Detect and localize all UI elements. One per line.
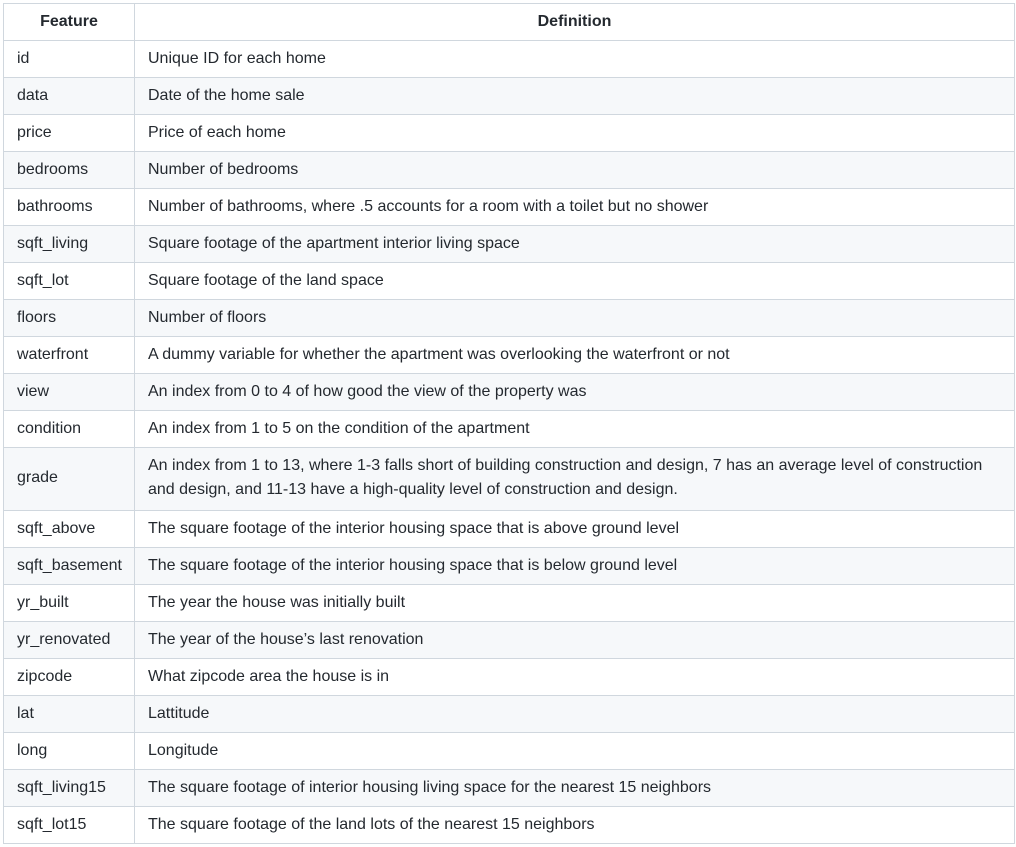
table-body: id Unique ID for each home data Date of th… [3,40,1015,844]
header-feature: Feature [3,3,135,41]
definition-cell: An index from 0 to 4 of how good the vie… [134,373,1015,411]
table-header: Feature Definition [3,3,1015,41]
definition-cell: Square footage of the apartment interior… [134,225,1015,263]
table-row: view An index from 0 to 4 of how good the… [3,373,1015,411]
table-row: sqft_living15 The square footage of inter… [3,769,1015,807]
definition-cell: The year of the house’s last renovation [134,621,1015,659]
table-row: grade An index from 1 to 13, where 1-3 fa… [3,447,1015,511]
feature-cell: long [3,732,135,770]
table-row: bedrooms Number of bedrooms [3,151,1015,189]
definition-cell: The square footage of the interior housi… [134,547,1015,585]
feature-cell: sqft_lot [3,262,135,300]
header-definition: Definition [134,3,1015,41]
feature-definition-table-container: Feature Definition id Unique ID for each … [3,3,1015,844]
table-row: zipcode What zipcode area the house is in [3,658,1015,696]
table-row: sqft_basement The square footage of the i… [3,547,1015,585]
feature-cell: bedrooms [3,151,135,189]
definition-cell: The year the house was initially built [134,584,1015,622]
definition-cell: Square footage of the land space [134,262,1015,300]
definition-cell: The square footage of the interior housi… [134,510,1015,548]
definition-cell: Number of floors [134,299,1015,337]
feature-cell: view [3,373,135,411]
feature-cell: sqft_living [3,225,135,263]
table-row: sqft_lot Square footage of the land space [3,262,1015,300]
table-row: floors Number of floors [3,299,1015,337]
feature-cell: yr_built [3,584,135,622]
definition-cell: Unique ID for each home [134,40,1015,78]
table-row: waterfront A dummy variable for whether t… [3,336,1015,374]
definition-cell: Date of the home sale [134,77,1015,115]
feature-cell: price [3,114,135,152]
feature-cell: grade [3,447,135,511]
table-row: price Price of each home [3,114,1015,152]
table-row: sqft_above The square footage of the inte… [3,510,1015,548]
table-row: yr_renovated The year of the house’s last… [3,621,1015,659]
definition-cell: The square footage of the land lots of t… [134,806,1015,844]
feature-cell: yr_renovated [3,621,135,659]
feature-cell: id [3,40,135,78]
definition-cell: An index from 1 to 13, where 1-3 falls s… [134,447,1015,511]
feature-cell: floors [3,299,135,337]
table-row: lat Lattitude [3,695,1015,733]
definition-cell: What zipcode area the house is in [134,658,1015,696]
table-row: long Longitude [3,732,1015,770]
definition-cell: Price of each home [134,114,1015,152]
feature-definition-table: Feature Definition id Unique ID for each … [3,3,1015,844]
table-row: sqft_living Square footage of the apartme… [3,225,1015,263]
table-row: sqft_lot15 The square footage of the land… [3,806,1015,844]
definition-cell: Longitude [134,732,1015,770]
definition-cell: An index from 1 to 5 on the condition of… [134,410,1015,448]
table-row: condition An index from 1 to 5 on the con… [3,410,1015,448]
header-row: Feature Definition [3,3,1015,41]
feature-cell: sqft_living15 [3,769,135,807]
feature-cell: data [3,77,135,115]
definition-cell: Number of bedrooms [134,151,1015,189]
feature-cell: waterfront [3,336,135,374]
feature-cell: sqft_basement [3,547,135,585]
feature-cell: sqft_above [3,510,135,548]
definition-cell: A dummy variable for whether the apartme… [134,336,1015,374]
feature-cell: condition [3,410,135,448]
table-row: data Date of the home sale [3,77,1015,115]
feature-cell: lat [3,695,135,733]
feature-cell: sqft_lot15 [3,806,135,844]
feature-cell: zipcode [3,658,135,696]
feature-cell: bathrooms [3,188,135,226]
definition-cell: Lattitude [134,695,1015,733]
table-row: bathrooms Number of bathrooms, where .5 a… [3,188,1015,226]
table-row: yr_built The year the house was initially… [3,584,1015,622]
definition-cell: Number of bathrooms, where .5 accounts f… [134,188,1015,226]
table-row: id Unique ID for each home [3,40,1015,78]
definition-cell: The square footage of interior housing l… [134,769,1015,807]
